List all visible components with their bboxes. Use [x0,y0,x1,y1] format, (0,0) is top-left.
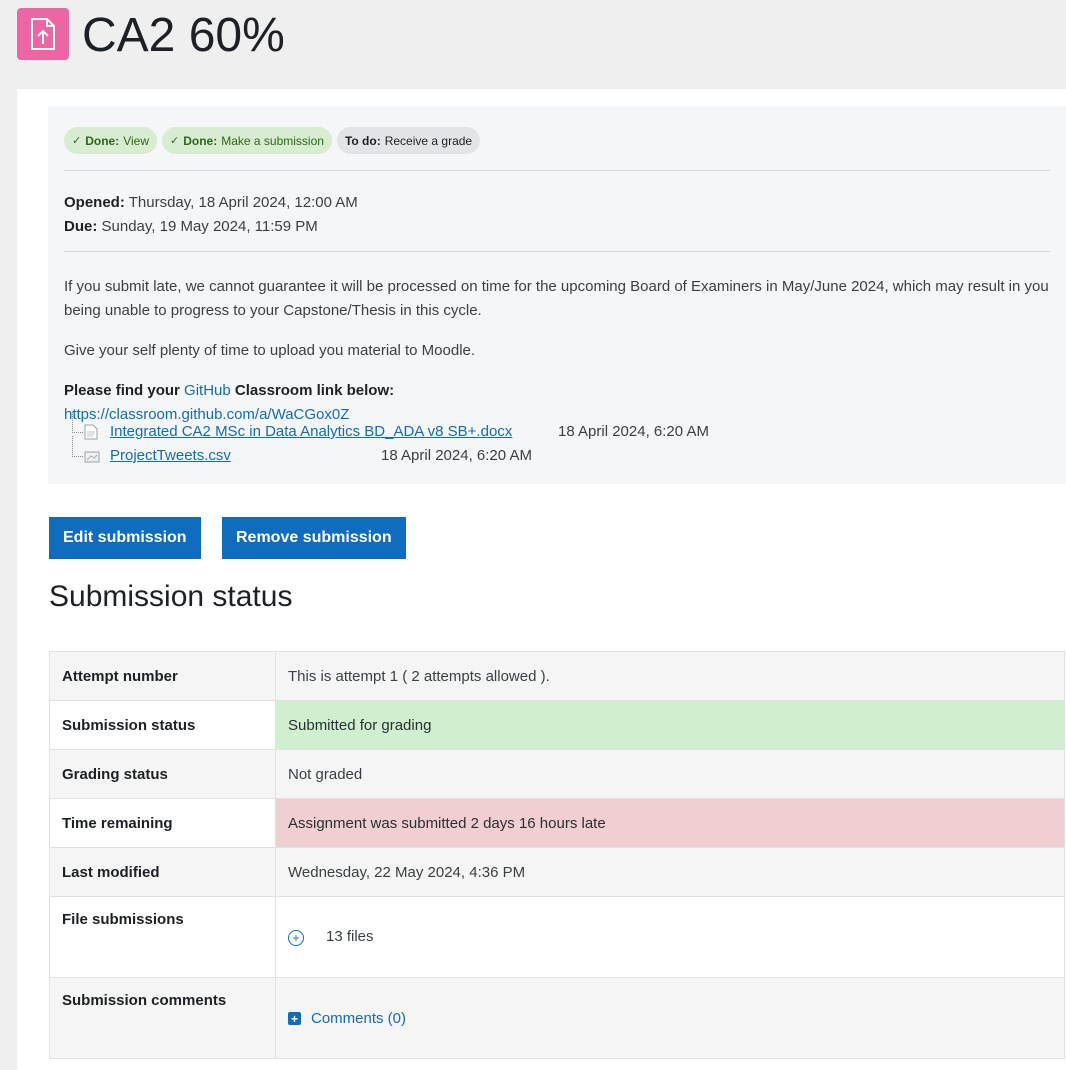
completion-badge-view: ✓ Done: View [64,127,158,154]
table-row: Submission comments + Comments (0) [49,977,1065,1059]
completion-badge-submission: ✓ Done: Make a submission [162,127,332,154]
activity-dates: Opened: Thursday, 18 April 2024, 12:00 A… [64,191,358,239]
file-count: 13 files [326,928,374,946]
plus-icon: + [288,1012,301,1026]
upload-advice-text: Give your self plenty of time to upload … [64,342,476,359]
divider [64,251,1050,252]
table-row: Time remaining Assignment was submitted … [49,798,1065,848]
submission-status-heading: Submission status [49,580,293,613]
row-label: Attempt number [49,651,276,701]
page-header: CA2 60% [0,0,1066,89]
remove-submission-button[interactable]: Remove submission [222,517,406,559]
attachment-link-docx[interactable]: Integrated CA2 MSc in Data Analytics BD_… [110,420,512,444]
assignment-upload-icon [17,8,69,60]
grading-status-value: Not graded [275,749,1065,799]
comments-toggle-link[interactable]: + Comments (0) [288,1010,406,1027]
attachment-time: 18 April 2024, 6:20 AM [381,447,532,464]
last-modified-value: Wednesday, 22 May 2024, 4:36 PM [275,847,1065,897]
main-region: ✓ Done: View ✓ Done: Make a submission T… [17,89,1066,1070]
submission-comments-cell: + Comments (0) [275,977,1065,1059]
file-submissions-cell: +13 files [275,896,1065,978]
row-label: Submission comments [49,977,276,1059]
table-row: Attempt number This is attempt 1 ( 2 att… [49,651,1065,701]
edit-submission-button[interactable]: Edit submission [49,517,201,559]
activity-information: ✓ Done: View ✓ Done: Make a submission T… [48,106,1066,484]
submission-status-table: Attempt number This is attempt 1 ( 2 att… [49,651,1065,1059]
completion-badges: ✓ Done: View ✓ Done: Make a submission T… [64,127,481,154]
check-icon: ✓ [72,135,82,147]
table-row: Submission status Submitted for grading [49,700,1065,750]
check-icon: ✓ [170,135,180,147]
divider [64,170,1050,171]
page-title: CA2 60% [82,9,285,62]
row-label: Submission status [49,700,276,750]
due-date: Due: Sunday, 19 May 2024, 11:59 PM [64,218,318,235]
row-label: Last modified [49,847,276,897]
submission-status-value: Submitted for grading [275,700,1065,750]
time-remaining-value: Assignment was submitted 2 days 16 hours… [275,798,1065,848]
attempt-number-value: This is attempt 1 ( 2 attempts allowed )… [275,651,1065,701]
opened-date: Opened: Thursday, 18 April 2024, 12:00 A… [64,194,358,211]
attachment-link-csv[interactable]: ProjectTweets.csv [110,444,231,468]
github-instructions: Please find your GitHub Classroom link b… [64,382,395,399]
expand-files-icon[interactable]: + [288,929,304,946]
late-warning-text: If you submit late, we cannot guarantee … [64,278,1049,319]
attachment-time: 18 April 2024, 6:20 AM [558,423,709,440]
github-link[interactable]: GitHub [184,382,231,399]
document-file-icon [84,424,98,440]
row-label: Time remaining [49,798,276,848]
table-row: Grading status Not graded [49,749,1065,799]
row-label: File submissions [49,896,276,978]
spreadsheet-file-icon [84,448,100,464]
assignment-description: If you submit late, we cannot guarantee … [64,275,1054,427]
table-row: Last modified Wednesday, 22 May 2024, 4:… [49,847,1065,897]
row-label: Grading status [49,749,276,799]
table-row: File submissions +13 files [49,896,1065,978]
completion-badge-grade: To do: Receive a grade [336,127,481,154]
